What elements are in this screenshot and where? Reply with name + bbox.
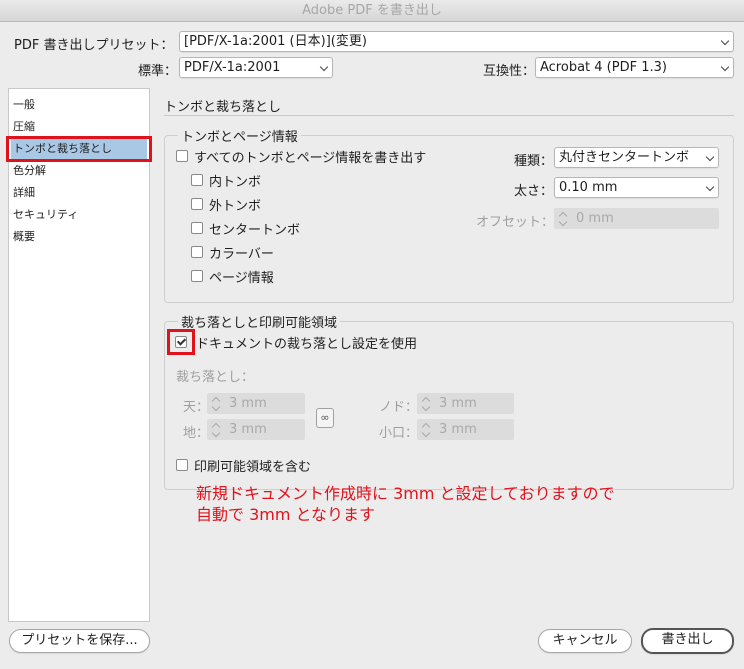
sidebar-item-output[interactable]: 色分解 <box>11 161 147 181</box>
all-marks-label: すべてのトンボとページ情報を書き出す <box>194 151 427 166</box>
bleed-bottom-field: 3 mm <box>207 419 305 440</box>
stepper-icon <box>422 396 430 411</box>
include-slug-label: 印刷可能領域を含む <box>194 460 312 475</box>
trim-marks-label: 外トンボ <box>209 199 262 214</box>
bleed-bottom-value: 3 mm <box>229 422 267 437</box>
annotation-line-2: 自動で 3mm となります <box>196 505 376 524</box>
stepper-icon <box>559 211 567 226</box>
bleed-inside-field: 3 mm <box>417 393 514 414</box>
use-doc-bleed-checkbox[interactable] <box>175 336 187 348</box>
preset-select[interactable]: [PDF/X-1a:2001 (日本)](変更) <box>179 31 734 52</box>
color-bars-label: カラーバー <box>209 247 274 262</box>
stepper-icon <box>212 396 220 411</box>
sidebar-item-security[interactable]: セキュリティ <box>11 205 147 225</box>
offset-field: 0 mm <box>554 208 719 229</box>
bleed-top-label: 天： <box>183 400 210 415</box>
trim-marks-checkbox[interactable] <box>191 198 203 210</box>
compat-select[interactable]: Acrobat 4 (PDF 1.3) <box>535 57 734 78</box>
sidebar-item-general[interactable]: 一般 <box>11 95 147 115</box>
preset-value: [PDF/X-1a:2001 (日本)](変更) <box>184 34 367 49</box>
all-marks-checkbox[interactable] <box>176 150 188 162</box>
use-doc-bleed-label: ドキュメントの裁ち落とし設定を使用 <box>196 337 418 352</box>
bleed-top-value: 3 mm <box>229 396 267 411</box>
color-bars-checkbox[interactable] <box>191 246 203 258</box>
stepper-icon <box>422 422 430 437</box>
sidebar-item-advanced[interactable]: 詳細 <box>11 183 147 203</box>
section-divider <box>164 115 734 116</box>
crop-marks-label: 内トンボ <box>209 175 262 190</box>
mark-weight-select[interactable]: 0.10 mm <box>554 177 719 198</box>
bleed-group-title: 裁ち落としと印刷可能領域 <box>178 312 341 331</box>
bleed-outside-label: 小口： <box>379 426 419 441</box>
export-button[interactable]: 書き出し <box>641 628 734 654</box>
preset-label: PDF 書き出しプリセット： <box>14 38 174 53</box>
mark-type-value: 丸付きセンタートンボ <box>559 150 690 165</box>
page-info-label: ページ情報 <box>209 271 274 286</box>
sidebar-item-compression[interactable]: 圧縮 <box>11 117 147 137</box>
sidebar: 一般 圧縮 トンボと裁ち落とし 色分解 詳細 セキュリティ 概要 <box>8 88 150 622</box>
chevron-down-icon <box>319 62 329 72</box>
stepper-icon <box>212 422 220 437</box>
bleed-inside-value: 3 mm <box>439 396 477 411</box>
window-titlebar: Adobe PDF を書き出し <box>0 0 744 22</box>
bleed-outside-value: 3 mm <box>439 422 477 437</box>
bleed-inside-label: ノド： <box>379 400 419 415</box>
offset-value: 0 mm <box>576 211 614 226</box>
bleed-label: 裁ち落とし： <box>176 370 255 385</box>
sidebar-item-summary[interactable]: 概要 <box>11 227 147 247</box>
offset-label: オフセット： <box>476 215 555 230</box>
include-slug-checkbox[interactable] <box>176 459 188 471</box>
registration-marks-label: センタートンボ <box>209 223 301 238</box>
mark-weight-label: 太さ： <box>514 184 554 199</box>
standard-select[interactable]: PDF/X-1a:2001 <box>179 57 333 78</box>
crop-marks-checkbox[interactable] <box>191 174 203 186</box>
standard-label: 標準： <box>138 64 178 79</box>
compat-label: 互換性： <box>483 64 536 79</box>
mark-type-select[interactable]: 丸付きセンタートンボ <box>554 147 719 168</box>
chevron-down-icon <box>720 62 730 72</box>
standard-value: PDF/X-1a:2001 <box>184 60 281 75</box>
chevron-down-icon <box>705 182 715 192</box>
checkmark-icon <box>176 336 187 346</box>
section-title: トンボと裁ち落とし <box>164 100 282 115</box>
bleed-bottom-label: 地： <box>183 426 210 441</box>
cancel-button[interactable]: キャンセル <box>538 629 632 653</box>
highlight-box <box>6 136 152 162</box>
mark-weight-value: 0.10 mm <box>559 180 618 195</box>
window-title: Adobe PDF を書き出し <box>302 3 442 18</box>
chevron-down-icon <box>705 152 715 162</box>
link-icon[interactable]: ∞ <box>316 408 334 428</box>
annotation-line-1: 新規ドキュメント作成時に 3mm と設定しておりますので <box>196 484 615 503</box>
chevron-down-icon <box>720 36 730 46</box>
registration-marks-checkbox[interactable] <box>191 222 203 234</box>
bleed-outside-field: 3 mm <box>417 419 514 440</box>
marks-group-title: トンボとページ情報 <box>178 126 301 145</box>
compat-value: Acrobat 4 (PDF 1.3) <box>540 60 667 75</box>
page-info-checkbox[interactable] <box>191 270 203 282</box>
bleed-top-field: 3 mm <box>207 393 305 414</box>
save-preset-button[interactable]: プリセットを保存... <box>9 629 150 653</box>
mark-type-label: 種類： <box>514 154 554 169</box>
